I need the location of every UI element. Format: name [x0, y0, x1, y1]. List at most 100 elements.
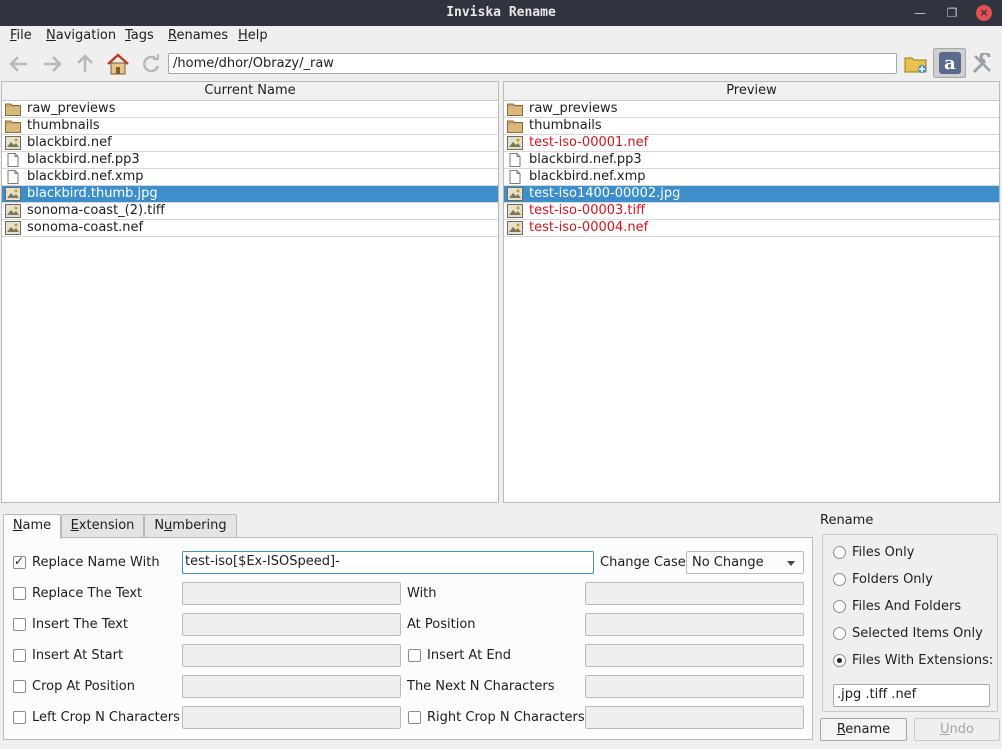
change-case-select[interactable]: No Change	[686, 551, 804, 574]
insert-at-start-checkbox[interactable]	[13, 649, 26, 662]
replace-name-with-input[interactable]: test-iso[$Ex-ISOSpeed]-	[182, 551, 594, 574]
file-name: sonoma-coast.nef	[27, 220, 144, 235]
svg-text:a: a	[944, 53, 956, 74]
minimize-icon[interactable]: —	[912, 5, 928, 21]
path-input[interactable]	[168, 53, 897, 74]
file-name: blackbird.nef.pp3	[529, 152, 642, 167]
up-icon[interactable]	[73, 52, 97, 76]
list-item[interactable]: sonoma-coast.nef	[2, 220, 498, 237]
window-title: Inviska Rename	[446, 5, 556, 20]
radio-selected-items-only[interactable]	[833, 627, 846, 640]
radio-files-only[interactable]	[833, 546, 846, 559]
rename-button-label: ename	[845, 722, 891, 737]
list-item[interactable]: blackbird.nef	[2, 135, 498, 152]
tab-name[interactable]: Name	[3, 514, 61, 539]
list-item[interactable]: test-iso1400-00002.jpg	[504, 186, 999, 203]
radio-files-with-extensions[interactable]	[833, 654, 846, 667]
insert-the-text-checkbox[interactable]	[13, 618, 26, 631]
file-name: blackbird.nef.xmp	[529, 169, 646, 184]
radio-folders-only[interactable]	[833, 573, 846, 586]
insert-the-text-label: Insert The Text	[32, 617, 129, 632]
preview-header[interactable]: Preview	[504, 82, 999, 101]
list-item[interactable]: raw_previews	[2, 101, 498, 118]
home-icon[interactable]	[106, 52, 130, 76]
list-item[interactable]: blackbird.nef.pp3	[504, 152, 999, 169]
list-item[interactable]: blackbird.nef.xmp	[504, 169, 999, 186]
list-item[interactable]: test-iso-00001.nef	[504, 135, 999, 152]
file-name: test-iso1400-00002.jpg	[529, 186, 681, 201]
file-name: thumbnails	[529, 118, 602, 133]
list-item[interactable]: blackbird.nef.xmp	[2, 169, 498, 186]
file-name: blackbird.nef.pp3	[27, 152, 140, 167]
rename-button[interactable]: Rename	[820, 718, 907, 741]
replace-the-text-checkbox[interactable]	[13, 587, 26, 600]
menu-tags[interactable]: Tags	[125, 28, 154, 43]
list-item[interactable]: thumbnails	[504, 118, 999, 135]
left-crop-checkbox[interactable]	[13, 711, 26, 724]
crop-at-position-input[interactable]	[182, 675, 401, 698]
with-input[interactable]	[585, 582, 804, 605]
replace-name-with-checkbox[interactable]	[13, 554, 26, 569]
list-item[interactable]: test-iso-00003.tiff	[504, 203, 999, 220]
menu-file-label: ile	[16, 28, 32, 43]
options-area: Name Extension Numbering Replace Name Wi…	[0, 507, 1002, 749]
auto-rename-button[interactable]: a	[933, 48, 966, 78]
right-crop-input[interactable]	[585, 706, 804, 729]
extensions-input[interactable]: .jpg .tiff .nef	[833, 684, 990, 707]
insert-the-text-input[interactable]	[182, 613, 401, 636]
left-crop-label: Left Crop N Characters	[32, 710, 180, 725]
tab-numbering-label: mbering	[172, 518, 227, 533]
list-item[interactable]: thumbnails	[2, 118, 498, 135]
at-position-input[interactable]	[585, 613, 804, 636]
settings-icon[interactable]	[970, 52, 994, 76]
menu-navigation[interactable]: Navigation	[46, 28, 116, 43]
folder-icon	[507, 119, 523, 133]
tab-extension-mnemonic: E	[70, 518, 79, 533]
list-item[interactable]: sonoma-coast_(2).tiff	[2, 203, 498, 220]
maximize-icon[interactable]: ❐	[944, 5, 960, 21]
file-name: blackbird.nef	[27, 135, 112, 150]
insert-at-start-input[interactable]	[182, 644, 401, 667]
text-file-icon	[507, 153, 523, 167]
crop-at-position-checkbox[interactable]	[13, 680, 26, 693]
replace-the-text-input[interactable]	[182, 582, 401, 605]
next-n-characters-input[interactable]	[585, 675, 804, 698]
insert-at-end-input[interactable]	[585, 644, 804, 667]
preview-pane: Preview raw_previews thumbnails test-iso-0…	[503, 81, 1000, 503]
selected-items-only-label: Selected Items Only	[852, 626, 983, 641]
tab-extension[interactable]: Extension	[61, 514, 144, 538]
right-crop-checkbox[interactable]	[408, 711, 421, 724]
tab-numbering[interactable]: Numbering	[144, 514, 237, 538]
chevron-down-icon	[787, 561, 795, 566]
list-item[interactable]: blackbird.thumb.jpg	[2, 186, 498, 203]
refresh-icon[interactable]	[139, 52, 163, 76]
menu-renames[interactable]: Renames	[168, 28, 228, 43]
list-item[interactable]: test-iso-00004.nef	[504, 220, 999, 237]
folder-icon	[507, 102, 523, 116]
rename-group: Files Only Folders Only Files And Folder…	[822, 534, 998, 712]
menu-help-mnemonic: H	[238, 28, 248, 43]
insert-at-start-label: Insert At Start	[32, 648, 124, 663]
insert-at-end-checkbox[interactable]	[408, 649, 421, 662]
back-icon[interactable]	[7, 52, 31, 76]
radio-files-and-folders[interactable]	[833, 600, 846, 613]
undo-button-mnemonic: U	[940, 722, 950, 737]
undo-button[interactable]: Undo	[914, 718, 1000, 741]
close-icon[interactable]: ×	[976, 5, 992, 21]
list-item[interactable]: raw_previews	[504, 101, 999, 118]
left-crop-input[interactable]	[182, 706, 401, 729]
file-name: blackbird.thumb.jpg	[27, 186, 158, 201]
preview-list: raw_previews thumbnails test-iso-00001.nef…	[504, 101, 999, 237]
next-n-characters-label: The Next N Characters	[407, 679, 555, 694]
folder-icon	[5, 119, 21, 133]
current-name-header[interactable]: Current Name	[2, 82, 498, 101]
list-item[interactable]: blackbird.nef.pp3	[2, 152, 498, 169]
image-file-icon	[507, 187, 523, 201]
open-folder-icon[interactable]	[904, 52, 928, 76]
image-file-icon	[507, 204, 523, 218]
current-name-pane: Current Name raw_previews thumbnails black…	[1, 81, 499, 503]
forward-icon[interactable]	[40, 52, 64, 76]
menu-file[interactable]: File	[10, 28, 32, 43]
file-name: test-iso-00003.tiff	[529, 203, 646, 218]
menu-help[interactable]: Help	[238, 28, 268, 43]
